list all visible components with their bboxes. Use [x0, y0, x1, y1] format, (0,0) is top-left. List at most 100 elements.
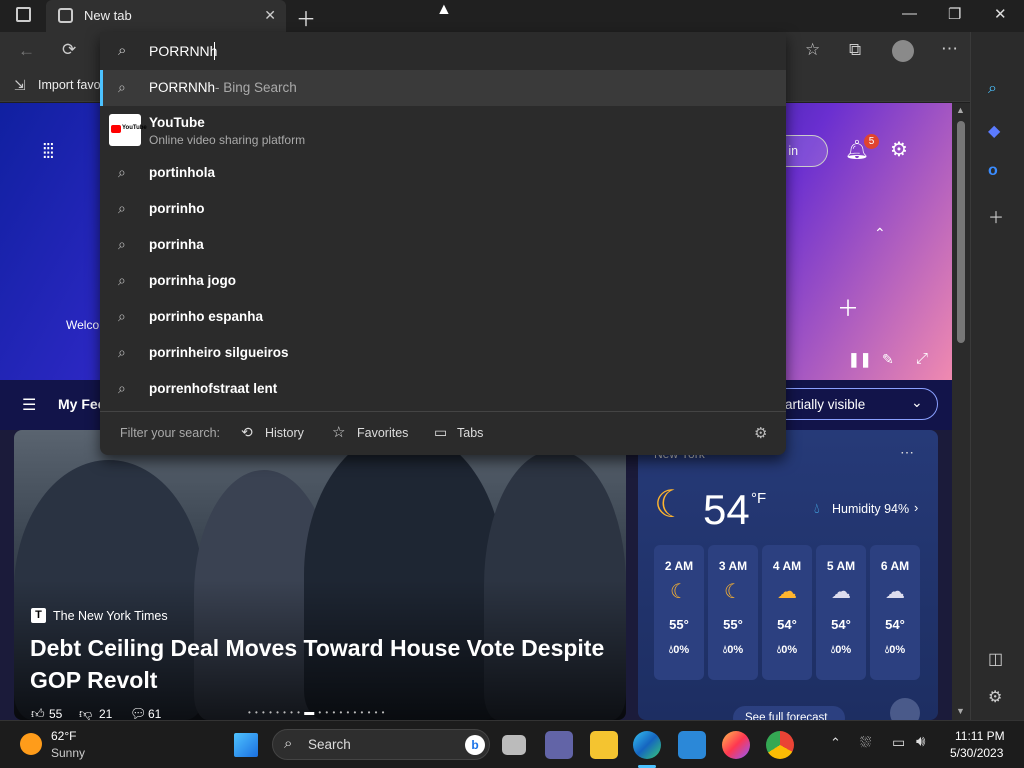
tab-actions-icon[interactable] — [16, 7, 31, 22]
clock-date[interactable]: 5/30/2023 — [950, 746, 1003, 760]
carousel-dots[interactable]: • • • • • • • • ▬ • • • • • • • • • • — [248, 707, 385, 718]
suggestion-youtube[interactable]: YouTube YouTube Online video sharing pla… — [100, 108, 786, 148]
copilot-icon[interactable]: ◆ — [988, 121, 1000, 141]
hour-time: 5 AM — [826, 559, 856, 573]
refresh-button[interactable]: ⟳ — [62, 40, 76, 60]
import-favorites-link[interactable]: Import favo — [38, 78, 101, 92]
customize-background-icon[interactable]: ✎ — [882, 351, 894, 368]
restore-button[interactable]: ❐ — [948, 5, 961, 23]
hourly-forecast-item: 5 AM ☁ 54° 💧︎0% — [816, 545, 866, 680]
sun-icon — [20, 733, 42, 755]
microsoft-store-icon[interactable] — [678, 731, 706, 759]
chevron-right-icon: › — [914, 500, 919, 515]
search-filter-bar: Filter your search: ⟲ History ☆ Favorite… — [100, 411, 786, 455]
feed-menu-icon[interactable]: ☰ — [22, 395, 36, 415]
network-icon[interactable]: ⛆ — [860, 734, 871, 751]
expand-background-icon[interactable]: ⤢ — [916, 350, 928, 367]
suggestion-item[interactable]: ⌕ porrinha jogo — [100, 263, 786, 299]
back-button[interactable]: ← — [18, 41, 35, 61]
pause-background-icon[interactable]: ❚❚ — [848, 351, 871, 368]
feedback-avatar-icon[interactable] — [890, 698, 920, 720]
page-settings-icon[interactable]: ⚙ — [890, 137, 908, 162]
filter-tabs-button[interactable]: Tabs — [457, 426, 483, 440]
visibility-label: artially visible — [785, 397, 866, 412]
profile-avatar[interactable] — [892, 40, 914, 62]
my-feed-tab[interactable]: My Fee — [58, 396, 105, 412]
hour-rain: 💧︎0% — [654, 644, 704, 657]
dislike-count: 21 — [99, 707, 113, 720]
clock-time[interactable]: 11:11 PM — [955, 729, 1005, 743]
suggestion-item[interactable]: ⌕ porrenhofstraat lent — [100, 371, 786, 407]
volume-icon[interactable]: 🔊︎ — [916, 733, 925, 750]
suggestion-label: porrinheiro silgueiros — [149, 345, 289, 360]
add-sidebar-app-icon[interactable]: ＋ — [988, 204, 1004, 228]
welcome-link[interactable]: Welco — [66, 318, 99, 332]
taskbar-search-box[interactable]: ⌕ Search b — [272, 729, 490, 760]
suggestion-item[interactable]: ⌕ portinhola — [100, 155, 786, 191]
suggestion-item[interactable]: ⌕ porrinho espanha — [100, 299, 786, 335]
scroll-thumb[interactable] — [957, 121, 965, 343]
text-cursor — [214, 42, 215, 60]
edge-icon[interactable] — [633, 731, 661, 759]
filter-history-button[interactable]: History — [265, 426, 304, 440]
firefox-icon[interactable] — [722, 731, 750, 759]
suggestion-label: porrinha — [149, 237, 204, 252]
add-quicklink-icon[interactable]: ＋ — [837, 291, 859, 323]
favorites-star-icon[interactable]: ☆ — [805, 40, 820, 60]
current-temp: 54 — [703, 486, 750, 533]
weather-more-icon[interactable]: ⋯ — [900, 444, 914, 461]
minimize-button[interactable]: — — [902, 5, 917, 22]
hide-sidebar-icon[interactable]: ◫ — [988, 649, 1003, 669]
hourly-forecast-item: 2 AM ☾ 55° 💧︎0% — [654, 545, 704, 680]
task-view-icon[interactable] — [502, 735, 526, 755]
filter-favorites-button[interactable]: Favorites — [357, 426, 408, 440]
news-headline[interactable]: Debt Ceiling Deal Moves Toward House Vot… — [30, 632, 620, 696]
taskbar-weather-temp[interactable]: 62°F — [51, 729, 76, 743]
scroll-up-icon[interactable]: ▲ — [956, 105, 965, 115]
humidity-link[interactable]: Humidity 94% — [832, 502, 909, 516]
edge-sidebar: ⌕ ◆ o ＋ ◫ ⚙ — [970, 32, 1024, 720]
teams-icon[interactable] — [545, 731, 573, 759]
close-tab-icon[interactable]: ✕ — [264, 7, 276, 24]
taskbar-weather-cond: Sunny — [51, 746, 86, 760]
news-card[interactable]: T The New York Times Debt Ceiling Deal M… — [14, 430, 626, 720]
new-tab-button[interactable]: ＋ — [296, 3, 316, 32]
content-visibility-dropdown[interactable]: artially visible ⌄ — [770, 388, 938, 420]
suggestion-bing-search[interactable]: ⌕ PORRNNh - Bing Search — [100, 70, 786, 106]
display-icon[interactable]: ▭ — [892, 734, 905, 751]
comment-icon[interactable]: 💬︎ — [130, 706, 147, 720]
suggestion-label: porrenhofstraat lent — [149, 381, 278, 396]
address-input[interactable]: PORRNNh — [149, 43, 217, 59]
more-menu-icon[interactable]: ⋯ — [941, 39, 958, 59]
suggestion-item[interactable]: ⌕ porrinheiro silgueiros — [100, 335, 786, 371]
weather-card[interactable]: New York ⋯ ☾ 54 °F 💧︎ Humidity 94% › 2 A… — [638, 430, 938, 720]
search-icon[interactable]: ⌕ — [988, 80, 997, 98]
scroll-down-icon[interactable]: ▼ — [956, 706, 965, 716]
start-button[interactable] — [234, 733, 258, 757]
dislike-icon[interactable]: 👎︎ — [79, 706, 92, 720]
chrome-icon[interactable] — [766, 731, 794, 759]
bing-icon: b — [465, 735, 485, 755]
tab-new-tab[interactable]: New tab ✕ — [46, 0, 286, 32]
filter-settings-icon[interactable]: ⚙ — [754, 424, 767, 442]
sidebar-settings-icon[interactable]: ⚙ — [988, 687, 1002, 707]
suggestion-item[interactable]: ⌕ porrinha — [100, 227, 786, 263]
apps-grid-icon[interactable]: ⁞⁞⁞ — [42, 141, 55, 164]
close-window-button[interactable]: ✕ — [994, 5, 1007, 23]
address-suggestions-dropdown: ⌕ PORRNNh ⌕ PORRNNh - Bing Search YouTub… — [100, 32, 786, 455]
suggestion-label: porrinho espanha — [149, 309, 264, 324]
file-explorer-icon[interactable] — [590, 731, 618, 759]
collections-icon[interactable]: ⧉ — [849, 40, 861, 60]
youtube-title: YouTube — [149, 115, 205, 130]
like-icon[interactable]: 👍︎ — [31, 706, 45, 720]
tray-overflow-icon[interactable]: ⌃ — [830, 735, 841, 751]
suggestion-item[interactable]: ⌕ porrinho — [100, 191, 786, 227]
suggestion-label: portinhola — [149, 165, 215, 180]
see-full-forecast-button[interactable]: See full forecast — [733, 706, 845, 720]
collapse-chevron-icon[interactable]: ⌃ — [874, 225, 886, 242]
nyt-logo-icon: T — [31, 608, 46, 623]
mouse-cursor-icon: ▲ — [436, 1, 452, 18]
address-bar[interactable]: ⌕ PORRNNh — [100, 32, 786, 70]
outlook-icon[interactable]: o — [988, 162, 998, 180]
page-scrollbar[interactable]: ▲ ▼ — [952, 103, 970, 720]
